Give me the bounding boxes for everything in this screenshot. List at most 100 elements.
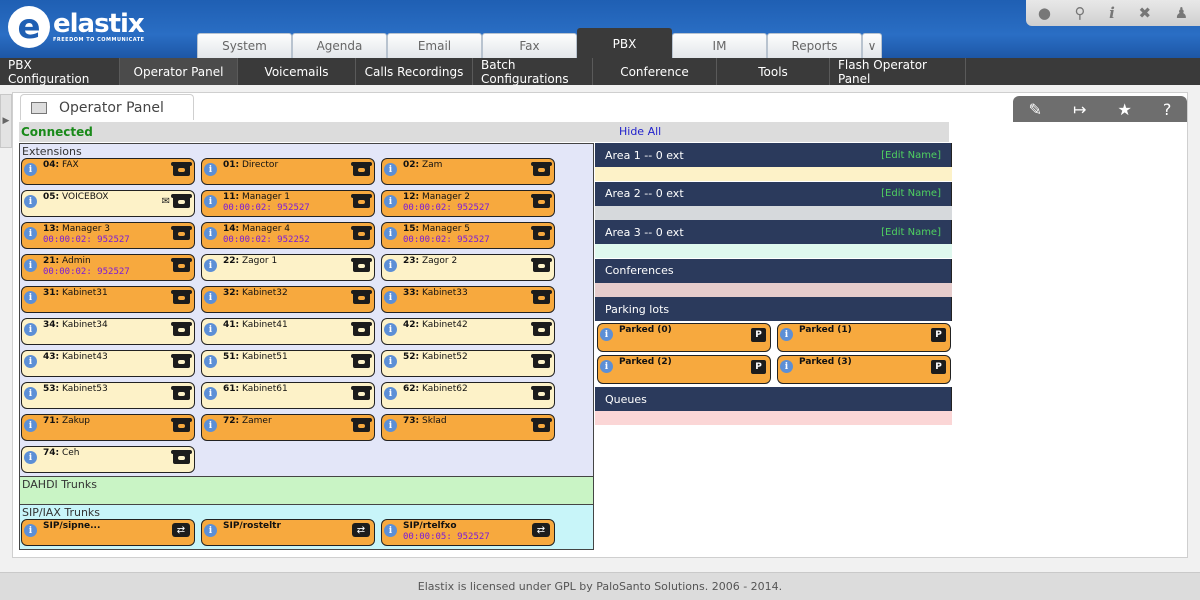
extension-card[interactable]: i 33: Kabinet33 [381,286,555,313]
extension-card[interactable]: i 14: Manager 4 00:00:02: 952252 [201,222,375,249]
edit-name-link[interactable]: [Edit Name] [881,188,941,199]
extension-card[interactable]: i 12: Manager 2 00:00:02: 952527 [381,190,555,217]
star-icon[interactable]: ★ [1118,100,1132,119]
parked-slot[interactable]: i Parked (3) P [777,355,951,384]
side-collapse-handle[interactable]: ▶ [0,94,12,148]
parked-slot[interactable]: i Parked (2) P [597,355,771,384]
help-icon[interactable]: ? [1163,100,1172,119]
info-icon[interactable]: i [600,328,613,341]
info-icon[interactable]: i [24,195,37,208]
extension-card[interactable]: i 34: Kabinet34 [21,318,195,345]
parked-slot[interactable]: i Parked (0) P [597,323,771,352]
extension-card[interactable]: i 74: Ceh [21,446,195,473]
edit-name-link[interactable]: [Edit Name] [881,227,941,238]
subnav-calls-recordings[interactable]: Calls Recordings [356,58,473,85]
info-icon[interactable]: i [204,524,217,537]
info-icon[interactable]: i [24,387,37,400]
info-icon[interactable]: i [204,227,217,240]
extension-card[interactable]: i 43: Kabinet43 [21,350,195,377]
info-icon[interactable]: i [204,195,217,208]
extension-card[interactable]: i 04: FAX [21,158,195,185]
subnav-pbx-configuration[interactable]: PBX Configuration [0,58,120,86]
tab-pbx[interactable]: PBX [577,28,672,58]
extension-card[interactable]: i 13: Manager 3 00:00:02: 952527 [21,222,195,249]
tab-agenda[interactable]: Agenda [292,33,387,58]
tab-fax[interactable]: Fax [482,33,577,58]
extension-card[interactable]: i 42: Kabinet42 [381,318,555,345]
extension-card[interactable]: i 22: Zagor 1 [201,254,375,281]
info-icon[interactable]: i [780,328,793,341]
info-icon[interactable]: i [1109,4,1115,22]
info-icon[interactable]: i [24,419,37,432]
info-icon[interactable]: i [384,524,397,537]
info-icon[interactable]: i [384,291,397,304]
info-icon[interactable]: i [384,387,397,400]
subnav-voicemails[interactable]: Voicemails [238,58,356,85]
info-icon[interactable]: i [384,355,397,368]
extension-card[interactable]: i 32: Kabinet32 [201,286,375,313]
extension-card[interactable]: i 73: Sklad [381,414,555,441]
info-icon[interactable]: i [24,323,37,336]
extension-card[interactable]: i 21: Admin 00:00:02: 952527 [21,254,195,281]
extension-card[interactable]: i 62: Kabinet62 [381,382,555,409]
tab-email[interactable]: Email [387,33,482,58]
info-icon[interactable]: i [384,323,397,336]
parked-slot[interactable]: i Parked (1) P [777,323,951,352]
info-icon[interactable]: i [204,387,217,400]
extension-card[interactable]: i 01: Director [201,158,375,185]
info-icon[interactable]: i [204,259,217,272]
info-icon[interactable]: i [24,451,37,464]
extension-card[interactable]: i 41: Kabinet41 [201,318,375,345]
info-icon[interactable]: i [384,227,397,240]
info-icon[interactable]: i [600,360,613,373]
info-icon[interactable]: i [204,291,217,304]
search-icon[interactable]: ⚲ [1075,4,1086,22]
trunk-card[interactable]: i SIP/rtelfxo 00:00:05: 952527 ⇄ [381,519,555,546]
subnav-operator-panel[interactable]: Operator Panel [120,58,238,85]
tab-reports[interactable]: Reports [767,33,862,58]
tab-im[interactable]: IM [672,33,767,58]
info-icon[interactable]: i [24,291,37,304]
info-icon[interactable]: i [384,259,397,272]
extension-card[interactable]: i 72: Zamer [201,414,375,441]
hide-all-link[interactable]: Hide All [619,125,661,138]
info-icon[interactable]: i [24,524,37,537]
extension-card[interactable]: i 15: Manager 5 00:00:02: 952527 [381,222,555,249]
info-icon[interactable]: i [780,360,793,373]
extension-card[interactable]: i 53: Kabinet53 [21,382,195,409]
export-icon[interactable]: ↦ [1073,100,1086,119]
info-icon[interactable]: i [24,163,37,176]
extension-card[interactable]: i 11: Manager 1 00:00:02: 952527 [201,190,375,217]
tab-system[interactable]: System [197,33,292,58]
info-icon[interactable]: i [204,419,217,432]
edit-icon[interactable]: ✎ [1029,100,1042,119]
extension-card[interactable]: i 61: Kabinet61 [201,382,375,409]
subnav-flash-operator-panel[interactable]: Flash Operator Panel [830,58,966,86]
info-icon[interactable]: i [384,163,397,176]
subnav-conference[interactable]: Conference [593,58,717,85]
info-icon[interactable]: i [24,227,37,240]
extension-card[interactable]: i 23: Zagor 2 [381,254,555,281]
subnav-batch-configurations[interactable]: Batch Configurations [473,58,593,86]
panel-tab[interactable]: Operator Panel [20,94,194,120]
tabs-more-chevron-icon[interactable]: ∨ [862,33,882,58]
extension-card[interactable]: i 31: Kabinet31 [21,286,195,313]
info-icon[interactable]: i [384,195,397,208]
extension-card[interactable]: i 05: VOICEBOX ✉ [21,190,195,217]
tools-icon[interactable]: ✖ [1138,4,1151,22]
info-icon[interactable]: i [384,419,397,432]
user-icon[interactable]: ♟ [1175,4,1188,22]
info-icon[interactable]: i [24,259,37,272]
info-icon[interactable]: i [24,355,37,368]
info-icon[interactable]: i [204,323,217,336]
extension-card[interactable]: i 02: Zam [381,158,555,185]
edit-name-link[interactable]: [Edit Name] [881,150,941,161]
extension-card[interactable]: i 71: Zakup [21,414,195,441]
trunk-card[interactable]: i SIP/sipne... ⇄ [21,519,195,546]
elastix-logo[interactable]: e elastix FREEDOM TO COMMUNICATE [8,6,145,48]
drop-icon[interactable]: ● [1038,4,1051,22]
subnav-tools[interactable]: Tools [717,58,830,85]
extension-card[interactable]: i 52: Kabinet52 [381,350,555,377]
trunk-card[interactable]: i SIP/rosteltr ⇄ [201,519,375,546]
extension-card[interactable]: i 51: Kabinet51 [201,350,375,377]
